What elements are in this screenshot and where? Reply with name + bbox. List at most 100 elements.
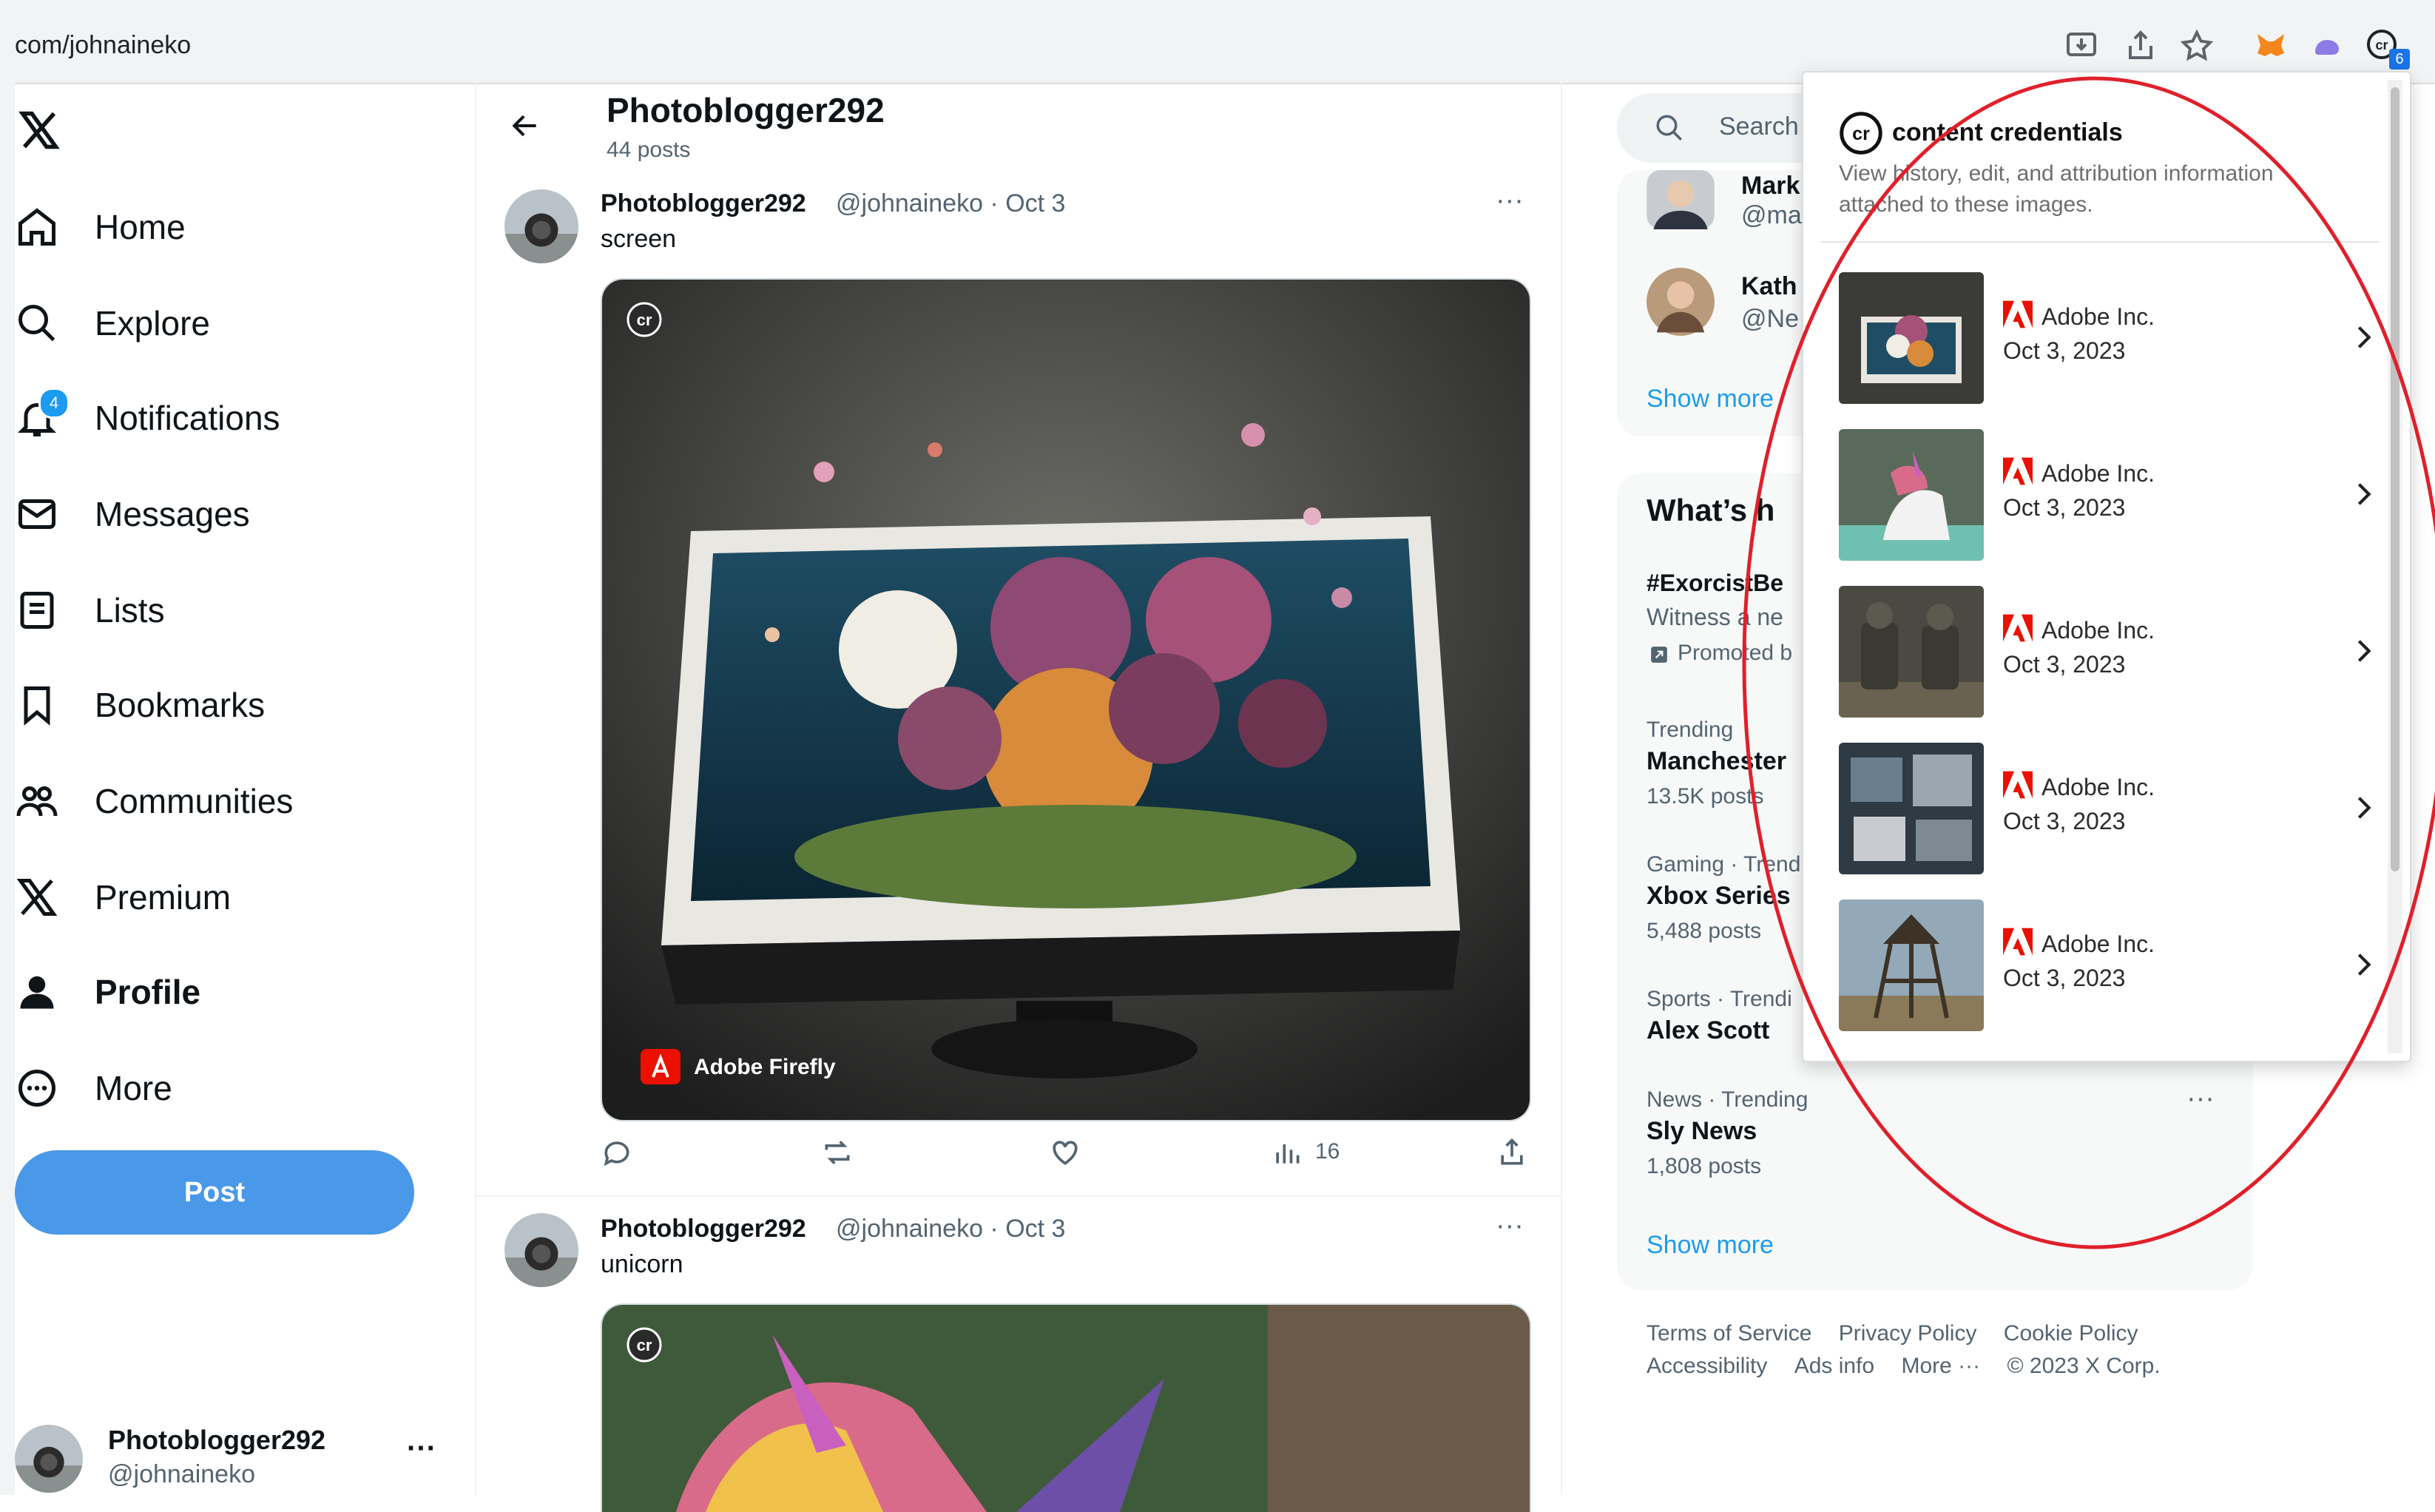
- nav-messages[interactable]: Messages: [15, 473, 250, 555]
- show-more-link[interactable]: Show more: [1647, 1231, 1774, 1260]
- account-more-icon[interactable]: ···: [407, 1432, 436, 1465]
- nav-bookmarks[interactable]: Bookmarks: [15, 664, 265, 746]
- nav-lists[interactable]: Lists: [15, 570, 165, 651]
- trend-desc: Witness a ne: [1647, 604, 1783, 630]
- footer-links: Terms of Service Privacy Policy Cookie P…: [1647, 1321, 2138, 1346]
- footer-link[interactable]: Accessibility: [1647, 1354, 1767, 1378]
- tweet-more-icon[interactable]: ···: [1496, 1210, 1524, 1242]
- credential-item[interactable]: Adobe Inc. Oct 3, 2023: [1839, 900, 2371, 1033]
- post-button[interactable]: Post: [15, 1150, 414, 1235]
- nav-more[interactable]: More: [15, 1047, 172, 1129]
- footer-link[interactable]: Terms of Service: [1647, 1321, 1811, 1346]
- credential-issuer: Adobe Inc.: [2041, 774, 2155, 800]
- x-logo-icon[interactable]: [15, 108, 64, 152]
- like-icon[interactable]: [1049, 1136, 1081, 1169]
- chevron-right-icon[interactable]: [2349, 476, 2379, 512]
- follow-handle[interactable]: @Ne: [1741, 305, 1799, 334]
- tweet-author-name[interactable]: Photoblogger292: [601, 189, 806, 218]
- chevron-right-icon[interactable]: [2349, 790, 2379, 826]
- trend-more-icon[interactable]: ···: [2186, 1083, 2215, 1115]
- notifications-badge: 4: [38, 388, 70, 419]
- profile-header-name: Photoblogger292: [607, 91, 885, 129]
- trend-name: #ExorcistBe: [1647, 570, 1783, 596]
- credential-item[interactable]: Adobe Inc. Oct 3, 2023: [1839, 272, 2371, 405]
- profile-header-post-count: 44 posts: [607, 138, 691, 162]
- tweet-author-meta[interactable]: @johnaineko · Oct 3: [836, 1215, 1065, 1243]
- credential-thumbnail: [1839, 900, 1984, 1031]
- follow-handle[interactable]: @ma: [1741, 201, 1802, 230]
- chevron-right-icon[interactable]: [2349, 633, 2379, 669]
- popup-description-line-2: attached to these images.: [1839, 192, 2093, 217]
- footer-link[interactable]: Cookie Policy: [2004, 1321, 2138, 1346]
- nav-label: Profile: [95, 973, 201, 1011]
- footer-link[interactable]: Privacy Policy: [1839, 1321, 1977, 1346]
- nav-premium[interactable]: Premium: [15, 857, 231, 938]
- trend-promo: Promoted b: [1678, 641, 1793, 665]
- search-placeholder: Search: [1719, 112, 1799, 141]
- nav-communities[interactable]: Communities: [15, 760, 293, 842]
- trend-count: 5,488 posts: [1647, 919, 1762, 943]
- adobe-logo-icon: [2003, 928, 2033, 956]
- account-switcher[interactable]: Photoblogger292 @johnaineko ···: [15, 1417, 459, 1493]
- extension-cloud-icon[interactable]: [2309, 28, 2345, 64]
- nav-explore[interactable]: Explore: [15, 283, 210, 364]
- search-icon: [1656, 115, 1682, 141]
- tweet-avatar[interactable]: [504, 1213, 578, 1287]
- nav-label: Premium: [95, 878, 232, 917]
- footer-link[interactable]: Ads info: [1794, 1354, 1874, 1378]
- credential-item[interactable]: Adobe Inc. Oct 3, 2023: [1839, 743, 2371, 876]
- back-arrow-icon[interactable]: [509, 109, 541, 142]
- avatar: [15, 1425, 83, 1493]
- tweet-image-unicorn: cr: [602, 1305, 1530, 1512]
- tweet-author-name[interactable]: Photoblogger292: [601, 1215, 806, 1243]
- popup-scrollbar-thumb[interactable]: [2391, 87, 2399, 871]
- footer-link[interactable]: More ···: [1901, 1354, 1980, 1378]
- follow-avatar[interactable]: [1647, 268, 1715, 336]
- show-more-link[interactable]: Show more: [1647, 385, 1774, 414]
- credential-date: Oct 3, 2023: [2003, 965, 2126, 991]
- metamask-fox-icon[interactable]: [2253, 28, 2289, 64]
- trend-context: Trending: [1647, 718, 1734, 742]
- tweet[interactable]: Photoblogger292 @johnaineko · Oct 3 ··· …: [475, 178, 1561, 1197]
- svg-text:cr: cr: [637, 1336, 652, 1354]
- tweet-avatar[interactable]: [504, 189, 578, 263]
- nav-profile[interactable]: Profile: [15, 951, 200, 1033]
- adobe-logo-icon: [2003, 457, 2033, 485]
- credential-thumbnail: [1839, 743, 1984, 874]
- adobe-logo-icon: [2003, 771, 2033, 799]
- divider: [1561, 83, 1562, 1495]
- install-app-icon[interactable]: [2064, 28, 2099, 64]
- tweet-author-meta[interactable]: @johnaineko · Oct 3: [836, 189, 1065, 218]
- follow-name[interactable]: Kath: [1741, 272, 1797, 301]
- tweet-text: unicorn: [601, 1250, 683, 1278]
- credential-item[interactable]: Adobe Inc. Oct 3, 2023: [1839, 586, 2371, 719]
- svg-text:cr: cr: [2375, 38, 2388, 53]
- list-icon: [20, 592, 54, 629]
- chevron-right-icon[interactable]: [2349, 947, 2379, 982]
- popup-scrollbar[interactable]: [2388, 80, 2402, 1053]
- bookmark-star-icon[interactable]: [2179, 28, 2215, 64]
- trend-item[interactable]: News · Trending Sly News 1,808 posts ···: [1617, 1083, 2253, 1198]
- reply-icon[interactable]: [601, 1136, 633, 1169]
- credential-date: Oct 3, 2023: [2003, 494, 2126, 521]
- adobe-logo-icon: [2003, 614, 2033, 642]
- nav-home[interactable]: Home: [15, 186, 186, 268]
- chevron-right-icon[interactable]: [2349, 320, 2379, 355]
- tweet[interactable]: Photoblogger292 @johnaineko · Oct 3 ··· …: [475, 1195, 1561, 1512]
- credential-date: Oct 3, 2023: [2003, 337, 2126, 364]
- tweet-image[interactable]: cr Adobe Firefly: [601, 278, 1531, 1121]
- search-icon: [18, 305, 55, 342]
- nav-label: Home: [95, 208, 186, 246]
- follow-name[interactable]: Mark: [1741, 172, 1800, 200]
- views-icon[interactable]: [1271, 1136, 1303, 1169]
- follow-avatar[interactable]: [1647, 170, 1715, 229]
- tweet-image[interactable]: cr: [601, 1303, 1531, 1512]
- tweet-more-icon[interactable]: ···: [1496, 185, 1524, 217]
- share-icon[interactable]: [1496, 1136, 1528, 1169]
- credential-thumbnail: [1839, 272, 1984, 404]
- trend-context: News · Trending: [1647, 1087, 1808, 1112]
- repost-icon[interactable]: [821, 1136, 854, 1169]
- address-bar-url[interactable]: com/johnaineko: [15, 31, 191, 60]
- share-icon[interactable]: [2123, 28, 2158, 64]
- credential-item[interactable]: Adobe Inc. Oct 3, 2023: [1839, 429, 2371, 562]
